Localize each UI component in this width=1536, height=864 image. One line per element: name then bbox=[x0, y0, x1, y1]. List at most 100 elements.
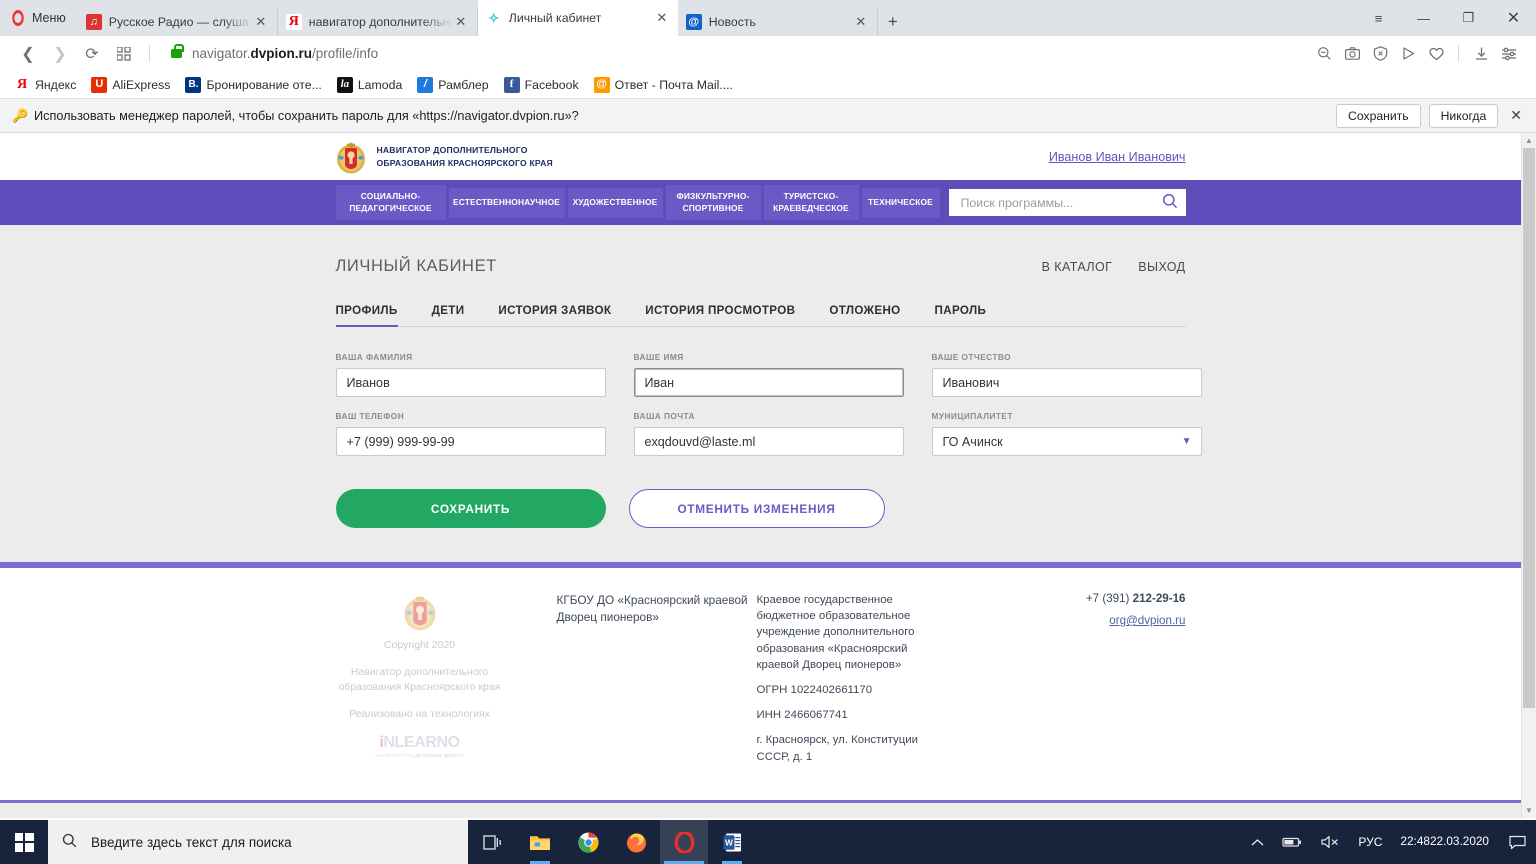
browser-tab-active[interactable]: ✧ Личный кабинет ✕ bbox=[477, 0, 678, 36]
firefox-icon[interactable] bbox=[612, 820, 660, 864]
first-name-input[interactable] bbox=[633, 368, 904, 397]
never-save-password-button[interactable]: Никогда bbox=[1428, 103, 1499, 128]
save-button[interactable]: СОХРАНИТЬ bbox=[335, 489, 606, 528]
category-line-2: КРАЕВЕДЧЕСКОЕ bbox=[773, 202, 849, 213]
mail-icon: @ bbox=[685, 13, 702, 30]
facebook-icon: f bbox=[503, 76, 520, 93]
category-button-physical-sport[interactable]: ФИЗКУЛЬТУРНО- СПОРТИВНОЕ bbox=[665, 185, 761, 220]
bookmark-label: Яндекс bbox=[35, 77, 77, 92]
middle-name-input[interactable] bbox=[931, 368, 1202, 397]
clock-time: 22:48 bbox=[1400, 834, 1430, 849]
toolbar-divider bbox=[149, 45, 150, 62]
snapshot-icon[interactable] bbox=[1339, 40, 1365, 68]
close-icon[interactable]: ✕ bbox=[453, 14, 469, 30]
download-icon[interactable] bbox=[1468, 40, 1494, 68]
chrome-icon[interactable] bbox=[564, 820, 612, 864]
user-account-link[interactable]: Иванов Иван Иванович bbox=[1049, 150, 1186, 164]
scroll-up-arrow-icon[interactable]: ▲ bbox=[1522, 133, 1536, 148]
speed-dial-icon[interactable] bbox=[110, 40, 138, 68]
close-icon[interactable]: ✕ bbox=[853, 14, 869, 30]
minimize-button[interactable]: — bbox=[1401, 0, 1446, 36]
inlearno-logo[interactable]: iNLEARNO НАВИГАТОР ПО ДЕТСКОМУ ДОСУГУ bbox=[336, 734, 504, 758]
site-header: НАВИГАТОР ДОПОЛНИТЕЛЬНОГО ОБРАЗОВАНИЯ КР… bbox=[0, 133, 1521, 180]
field-middle-name: ВАШЕ ОТЧЕСТВО bbox=[931, 352, 1202, 397]
windows-taskbar: Введите здесь текст для поиска W РУС 22:… bbox=[0, 820, 1536, 864]
tab-children[interactable]: ДЕТИ bbox=[432, 304, 465, 326]
last-name-input[interactable] bbox=[335, 368, 606, 397]
bookmark-label: AliExpress bbox=[112, 77, 171, 92]
close-window-button[interactable]: ✕ bbox=[1491, 0, 1536, 36]
bookmark-item[interactable]: B. Бронирование оте... bbox=[185, 76, 322, 93]
tab-title: Личный кабинет bbox=[508, 11, 602, 25]
tab-profile[interactable]: ПРОФИЛЬ bbox=[335, 304, 398, 327]
browser-tab[interactable]: @ Новость ✕ bbox=[678, 7, 878, 36]
browser-tab[interactable]: ♫ Русское Радио — слушать ✕ bbox=[78, 7, 278, 36]
volume-muted-icon[interactable] bbox=[1311, 820, 1349, 864]
phone-input[interactable] bbox=[335, 427, 606, 456]
footer-email-link[interactable]: org@dvpion.ru bbox=[1109, 614, 1185, 627]
close-icon[interactable]: ✕ bbox=[253, 14, 269, 30]
close-icon[interactable]: ✕ bbox=[654, 10, 670, 26]
category-button-tourism-local-history[interactable]: ТУРИСТСКО- КРАЕВЕДЧЕСКОЕ bbox=[763, 185, 859, 220]
battery-icon[interactable] bbox=[1273, 820, 1311, 864]
browser-menu-icon[interactable]: ≡ bbox=[1356, 0, 1401, 36]
search-input[interactable] bbox=[958, 194, 1162, 211]
windows-start-icon[interactable] bbox=[0, 820, 48, 864]
municipality-select[interactable]: ГО Ачинск bbox=[931, 427, 1202, 456]
opera-menu-button[interactable]: Меню bbox=[0, 0, 78, 36]
scroll-down-arrow-icon[interactable]: ▼ bbox=[1522, 803, 1536, 818]
tab-password[interactable]: ПАРОЛЬ bbox=[935, 304, 987, 326]
bookmark-item[interactable]: @ Ответ - Почта Mail.... bbox=[593, 76, 733, 93]
reload-icon[interactable]: ⟳ bbox=[78, 40, 106, 68]
tab-view-history[interactable]: ИСТОРИЯ ПРОСМОТРОВ bbox=[645, 304, 795, 326]
word-icon[interactable]: W bbox=[708, 820, 756, 864]
heart-icon[interactable] bbox=[1423, 40, 1449, 68]
new-tab-button[interactable]: + bbox=[878, 7, 908, 36]
scrollbar-thumb[interactable] bbox=[1523, 148, 1535, 708]
tab-deferred[interactable]: ОТЛОЖЕНО bbox=[829, 304, 900, 326]
logout-link[interactable]: ВЫХОД bbox=[1138, 260, 1185, 274]
bookmark-item[interactable]: / Рамблер bbox=[417, 76, 489, 93]
municipality-select-wrap: ГО Ачинск ▼ bbox=[931, 427, 1202, 456]
address-bar[interactable]: navigator. dvpion.ru/profile/info bbox=[167, 40, 1311, 68]
send-icon[interactable] bbox=[1395, 40, 1421, 68]
opera-icon[interactable] bbox=[660, 820, 708, 864]
close-icon[interactable]: ✕ bbox=[1510, 107, 1522, 124]
cancel-changes-button[interactable]: ОТМЕНИТЬ ИЗМЕНЕНИЯ bbox=[628, 489, 885, 528]
bookmark-item[interactable]: la Lamoda bbox=[336, 76, 402, 93]
field-last-name: ВАША ФАМИЛИЯ bbox=[335, 352, 606, 397]
maximize-button[interactable]: ❐ bbox=[1446, 0, 1491, 36]
bookmark-label: Бронирование оте... bbox=[206, 77, 322, 92]
browser-tab[interactable]: Я навигатор дополнительно ✕ bbox=[278, 7, 478, 36]
chevron-up-icon[interactable] bbox=[1242, 820, 1273, 864]
search-icon[interactable] bbox=[1162, 193, 1178, 213]
email-input[interactable] bbox=[633, 427, 904, 456]
coat-of-arms-glyph bbox=[336, 141, 365, 173]
tab-application-history[interactable]: ИСТОРИЯ ЗАЯВОК bbox=[498, 304, 611, 326]
bookmark-item[interactable]: Я Яндекс bbox=[14, 76, 77, 93]
bookmark-item[interactable]: U AliExpress bbox=[91, 76, 171, 93]
forward-arrow-icon[interactable]: ❯ bbox=[46, 40, 74, 68]
catalog-link[interactable]: В КАТАЛОГ bbox=[1042, 260, 1113, 274]
mailru-icon: @ bbox=[593, 76, 610, 93]
program-search-box[interactable] bbox=[948, 189, 1186, 216]
taskbar-clock[interactable]: 22:48 22.03.2020 bbox=[1391, 820, 1498, 864]
back-arrow-icon[interactable]: ❮ bbox=[14, 40, 42, 68]
task-view-icon[interactable] bbox=[468, 820, 516, 864]
category-button-artistic[interactable]: ХУДОЖЕСТВЕННОЕ bbox=[567, 187, 663, 218]
bookmark-item[interactable]: f Facebook bbox=[503, 76, 579, 93]
category-button-social-pedagogical[interactable]: СОЦИАЛЬНО- ПЕДАГОГИЧЕСКОЕ bbox=[335, 185, 446, 220]
notifications-icon[interactable] bbox=[1498, 820, 1536, 864]
vertical-scrollbar[interactable]: ▲ ▼ bbox=[1521, 133, 1536, 818]
taskbar-search-box[interactable]: Введите здесь текст для поиска bbox=[48, 820, 468, 864]
ad-block-icon[interactable] bbox=[1367, 40, 1393, 68]
svg-text:W: W bbox=[725, 837, 733, 847]
file-explorer-icon[interactable] bbox=[516, 820, 564, 864]
save-password-button[interactable]: Сохранить bbox=[1336, 103, 1421, 128]
category-button-natural-science[interactable]: ЕСТЕСТВЕННОНАУЧНОЕ bbox=[448, 187, 565, 218]
footer-tech-label: Реализовано на технологиях bbox=[349, 707, 490, 720]
language-indicator[interactable]: РУС bbox=[1349, 820, 1391, 864]
settings-sliders-icon[interactable] bbox=[1496, 40, 1522, 68]
zoom-out-icon[interactable] bbox=[1311, 40, 1337, 68]
category-button-technical[interactable]: ТЕХНИЧЕСКОЕ bbox=[861, 187, 940, 218]
